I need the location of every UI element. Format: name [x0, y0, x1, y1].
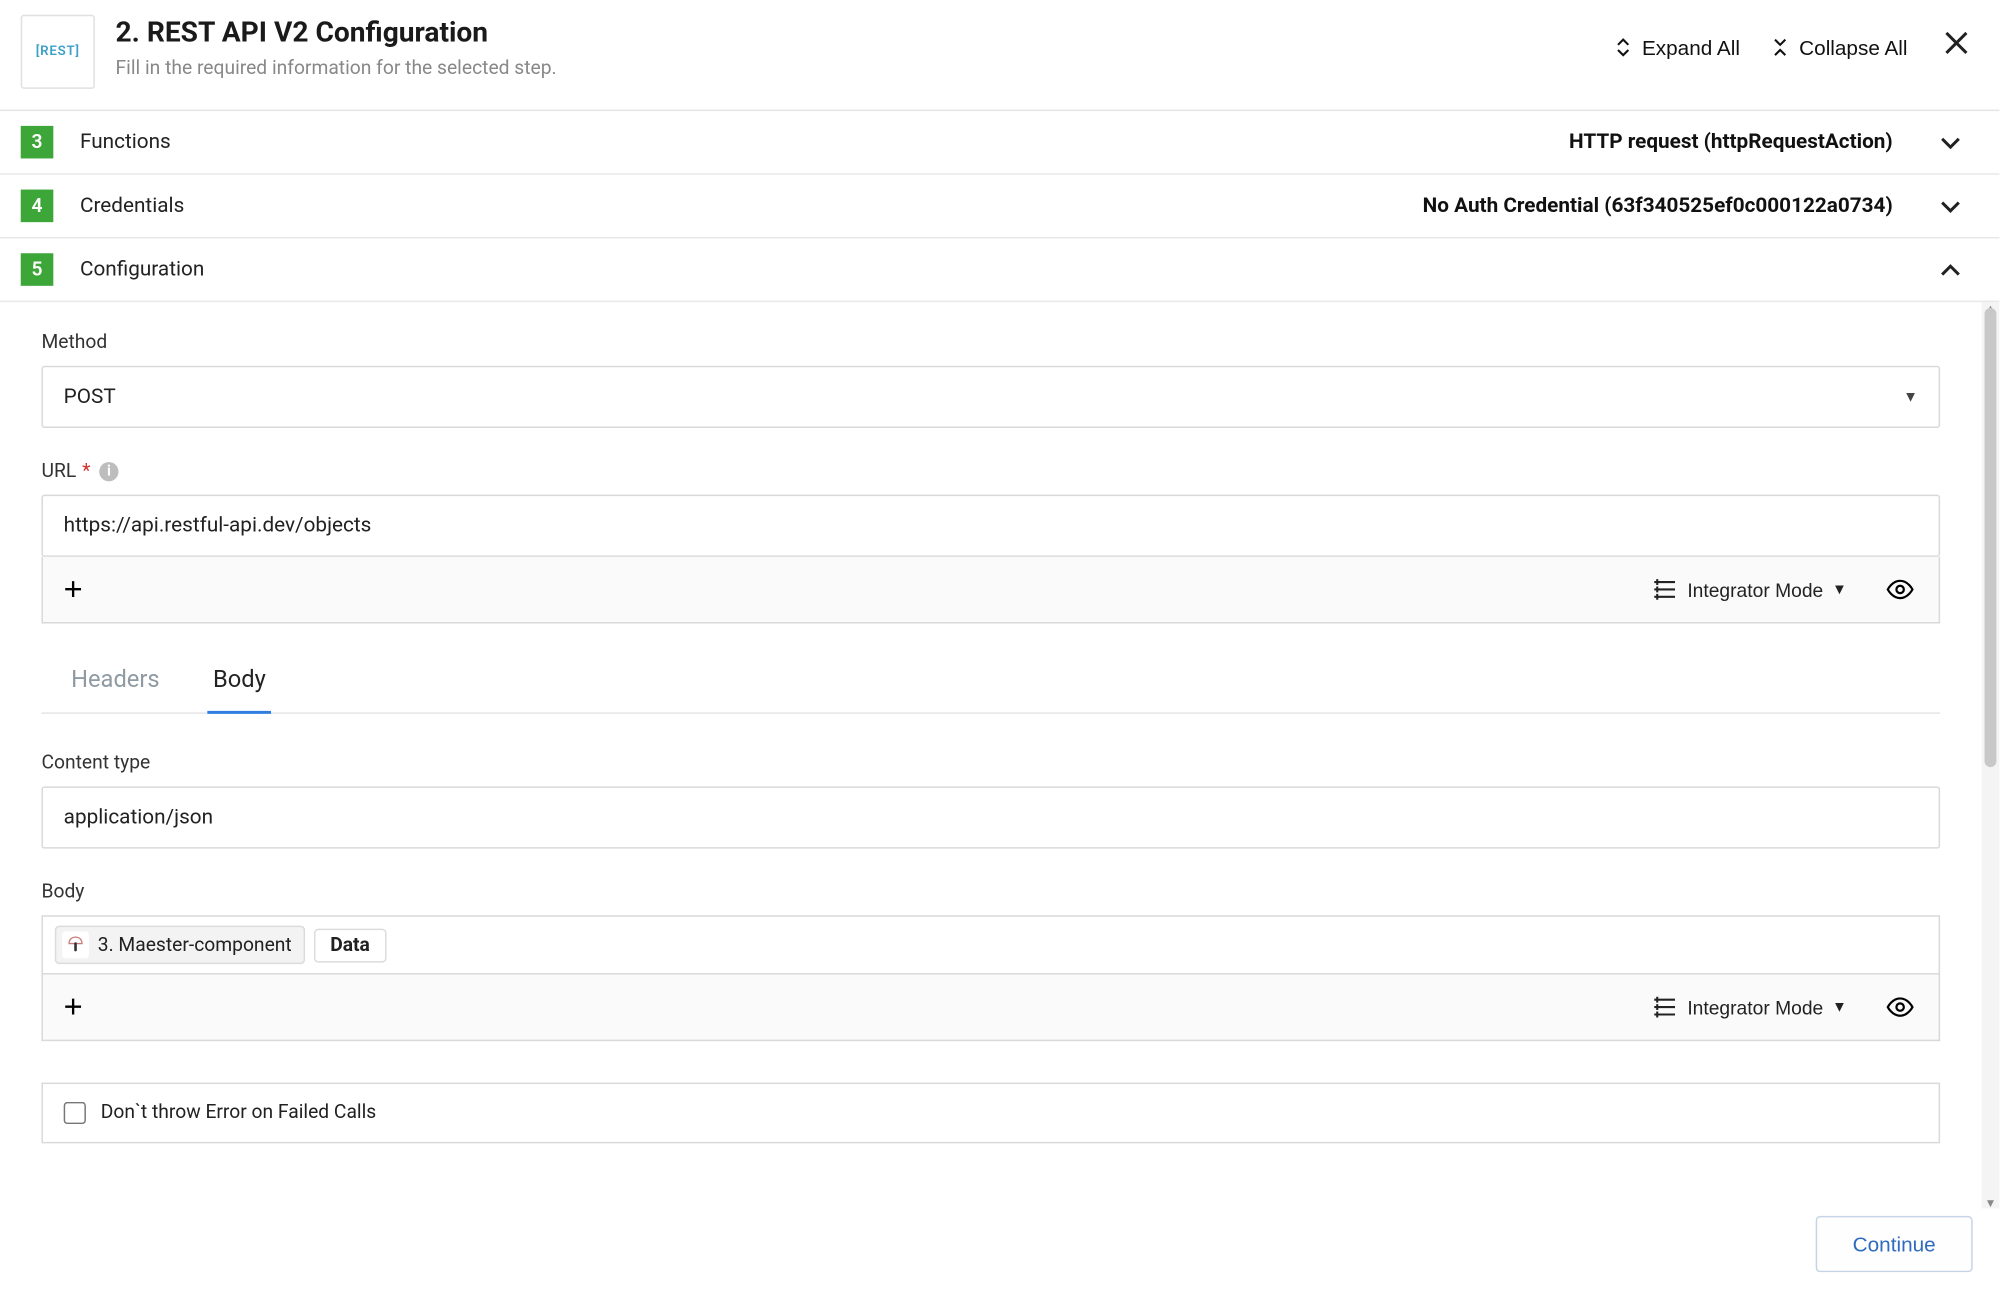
- method-label: Method: [41, 332, 1940, 354]
- chevron-down-icon: [1937, 129, 1964, 156]
- panel-header: [REST] 2. REST API V2 Configuration Fill…: [0, 0, 1999, 111]
- dont-throw-error-label: Don`t throw Error on Failed Calls: [101, 1102, 377, 1124]
- caret-down-icon: ▼: [1832, 999, 1847, 1015]
- url-value: https://api.restful-api.dev/objects: [64, 514, 372, 538]
- preview-button[interactable]: [1865, 569, 1918, 610]
- url-field-toolbar: + Integrator Mode ▼: [41, 557, 1940, 624]
- step-number-badge: 4: [21, 190, 54, 223]
- required-indicator: *: [82, 462, 90, 481]
- integrator-mode-toggle[interactable]: Integrator Mode ▼: [1652, 994, 1847, 1021]
- body-input[interactable]: 3. Maester-component Data: [41, 915, 1940, 974]
- integrator-mode-toggle[interactable]: Integrator Mode ▼: [1652, 576, 1847, 603]
- configuration-panel: Method POST ▼ URL * i https://api.restful…: [0, 302, 1999, 1208]
- caret-down-icon: ▼: [1832, 581, 1847, 597]
- chevron-down-icon: [1937, 193, 1964, 220]
- add-mapping-button[interactable]: +: [64, 991, 83, 1024]
- header-actions: Expand All Collapse All: [1612, 30, 1972, 64]
- step-number-badge: 3: [21, 126, 54, 159]
- caret-down-icon: ▼: [1903, 389, 1918, 405]
- section-label: Functions: [80, 130, 171, 154]
- section-configuration[interactable]: 5 Configuration: [0, 238, 1999, 302]
- section-summary: HTTP request (httpRequestAction): [1569, 130, 1893, 154]
- content-type-block: Content type application/json: [41, 752, 1940, 848]
- body-chip-step-label: 3. Maester-component: [98, 934, 292, 956]
- collapse-all-button[interactable]: Collapse All: [1770, 35, 1908, 59]
- expand-all-label: Expand All: [1642, 35, 1740, 59]
- content-type-input[interactable]: application/json: [41, 786, 1940, 848]
- body-data-chip[interactable]: Data: [314, 928, 386, 962]
- section-label: Credentials: [80, 194, 184, 218]
- list-icon: [1652, 576, 1679, 603]
- expand-all-icon: [1612, 36, 1633, 57]
- collapse-all-icon: [1770, 36, 1791, 57]
- body-block: Body 3. Maester-component Data +: [41, 881, 1940, 1041]
- tab-body[interactable]: Body: [207, 656, 272, 714]
- component-icon: [62, 932, 89, 959]
- rest-api-icon: [REST]: [21, 15, 95, 89]
- method-select[interactable]: POST ▼: [41, 366, 1940, 428]
- expand-all-button[interactable]: Expand All: [1612, 35, 1740, 59]
- url-field-block: URL * i https://api.restful-api.dev/objec…: [41, 461, 1940, 624]
- section-summary: No Auth Credential (63f340525ef0c000122a…: [1423, 194, 1893, 218]
- collapse-all-label: Collapse All: [1799, 35, 1907, 59]
- dont-throw-error-checkbox[interactable]: [64, 1102, 86, 1124]
- section-credentials[interactable]: 4 Credentials No Auth Credential (63f340…: [0, 175, 1999, 239]
- body-field-toolbar: + Integrator Mode ▼: [41, 974, 1940, 1041]
- page-subtitle: Fill in the required information for the…: [116, 57, 1592, 79]
- page-title: 2. REST API V2 Configuration: [116, 15, 1592, 52]
- body-mapping-chip[interactable]: 3. Maester-component: [55, 926, 305, 965]
- close-icon[interactable]: [1937, 30, 1973, 64]
- preview-button[interactable]: [1865, 986, 1918, 1027]
- chevron-up-icon: [1937, 256, 1964, 283]
- integrator-mode-label: Integrator Mode: [1687, 996, 1823, 1018]
- body-label: Body: [41, 881, 1940, 903]
- dont-throw-error-row[interactable]: Don`t throw Error on Failed Calls: [41, 1083, 1940, 1144]
- method-field: Method POST ▼: [41, 332, 1940, 428]
- scrollbar-thumb[interactable]: [1985, 308, 1997, 767]
- url-input[interactable]: https://api.restful-api.dev/objects: [41, 495, 1940, 557]
- continue-button[interactable]: Continue: [1816, 1216, 1973, 1272]
- info-icon[interactable]: i: [99, 462, 118, 481]
- url-label: URL * i: [41, 461, 1940, 483]
- section-label: Configuration: [80, 258, 204, 282]
- integrator-mode-label: Integrator Mode: [1687, 578, 1823, 600]
- section-functions[interactable]: 3 Functions HTTP request (httpRequestAct…: [0, 111, 1999, 175]
- step-number-badge: 5: [21, 253, 54, 286]
- content-type-label: Content type: [41, 752, 1940, 774]
- method-value: POST: [64, 385, 116, 409]
- scrollbar[interactable]: ▲ ▼: [1982, 302, 2000, 1208]
- tab-headers[interactable]: Headers: [65, 656, 165, 714]
- title-block: 2. REST API V2 Configuration Fill in the…: [116, 15, 1592, 80]
- panel-footer: Continue: [0, 1192, 1999, 1296]
- add-mapping-button[interactable]: +: [64, 573, 83, 606]
- content-type-value: application/json: [64, 806, 213, 830]
- request-tabs: Headers Body: [41, 656, 1940, 714]
- url-label-text: URL: [41, 461, 76, 483]
- list-icon: [1652, 994, 1679, 1021]
